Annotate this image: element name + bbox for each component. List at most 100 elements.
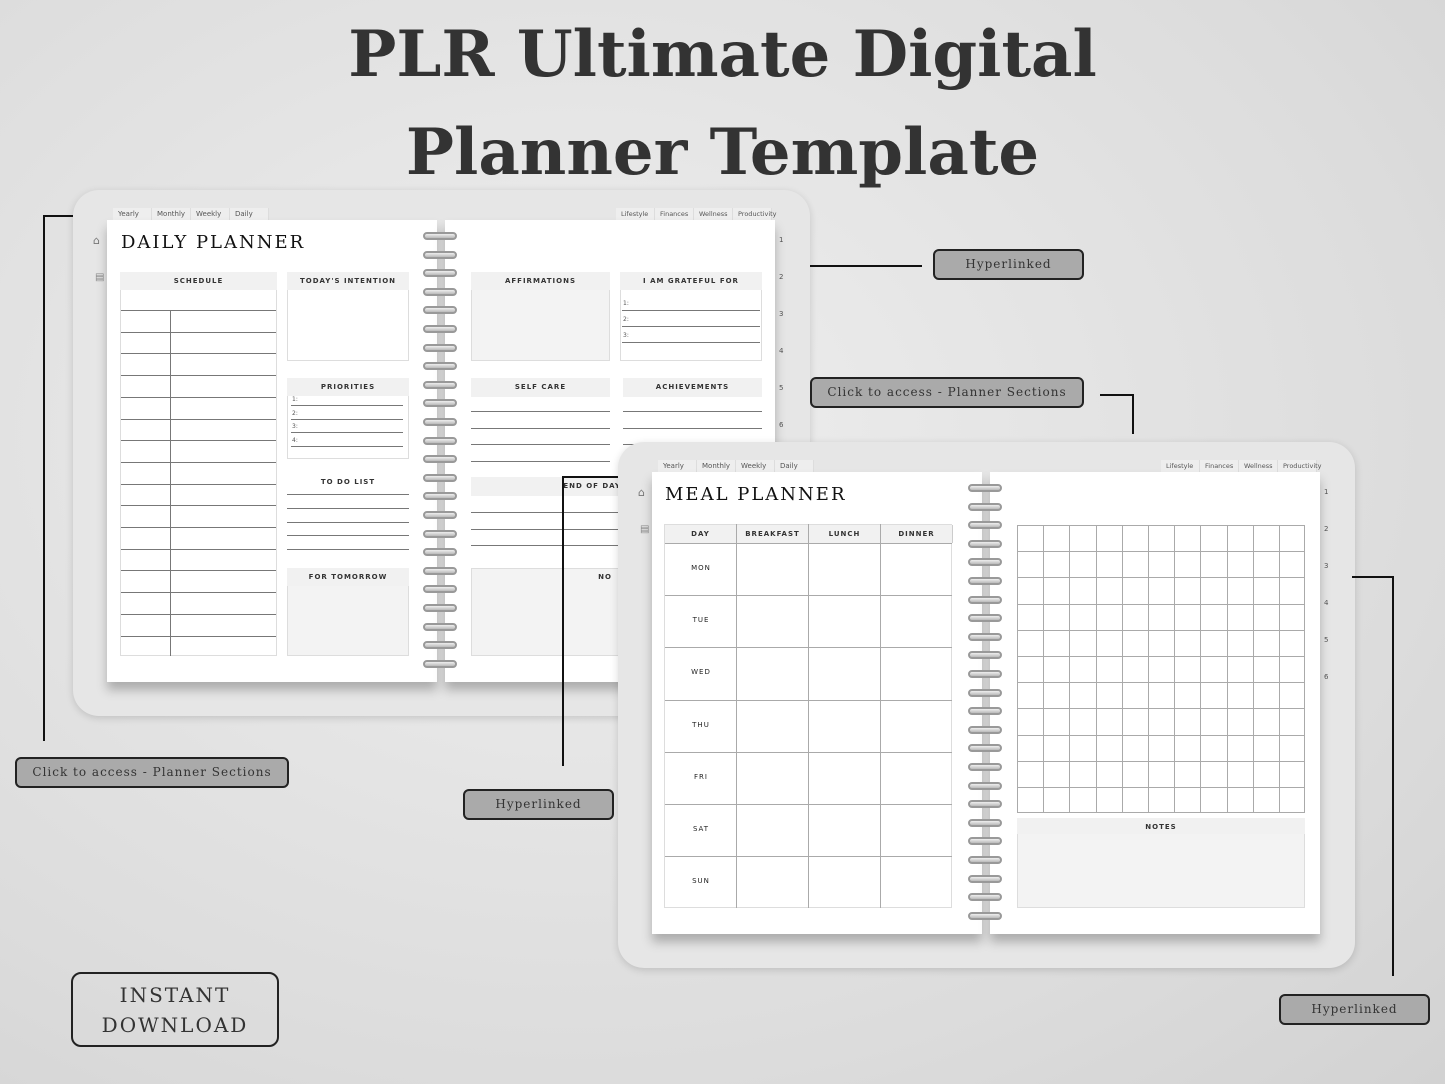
section-tab-4[interactable]: 4 bbox=[779, 347, 789, 357]
grid-line bbox=[1017, 551, 1305, 553]
grid-line bbox=[1017, 629, 1305, 631]
arrow-icon bbox=[562, 476, 564, 766]
home-icon[interactable]: ⌂ bbox=[638, 486, 652, 500]
spiral-ring bbox=[423, 604, 457, 612]
spiral-ring bbox=[423, 641, 457, 650]
tab-productivity[interactable]: Productivity bbox=[1278, 460, 1322, 472]
arrow-icon bbox=[810, 265, 922, 267]
spiral-ring bbox=[423, 529, 457, 538]
grid-line bbox=[1017, 708, 1305, 710]
tab-wellness[interactable]: Wellness bbox=[1239, 460, 1278, 472]
schedule-line bbox=[121, 635, 276, 637]
todo-line bbox=[287, 494, 409, 495]
spiral-ring bbox=[423, 250, 457, 259]
schedule-line bbox=[121, 310, 276, 311]
meal-day-wed: WED bbox=[691, 668, 711, 677]
schedule-line bbox=[121, 527, 276, 528]
grid-line bbox=[1095, 525, 1097, 813]
hyperlinked-button[interactable]: Hyperlinked bbox=[1279, 994, 1430, 1025]
meal-column-lunch: LUNCH bbox=[809, 525, 881, 543]
spiral-ring bbox=[968, 893, 1002, 902]
spiral-ring bbox=[423, 287, 457, 296]
spiral-ring bbox=[423, 399, 457, 408]
tab-daily[interactable]: Daily bbox=[230, 208, 269, 220]
selfcare-header: SELF CARE bbox=[471, 378, 610, 397]
spiral-ring bbox=[968, 800, 1002, 809]
tab-finances[interactable]: Finances bbox=[655, 208, 694, 220]
section-tab-5[interactable]: 5 bbox=[779, 384, 789, 394]
section-tab-6[interactable]: 6 bbox=[779, 421, 789, 431]
section-tab-1[interactable]: 1 bbox=[1324, 488, 1334, 498]
endofday-line bbox=[471, 545, 621, 546]
spiral-ring bbox=[423, 659, 457, 668]
spiral-ring bbox=[968, 707, 1002, 716]
spiral-ring bbox=[968, 577, 1002, 585]
section-tab-2[interactable]: 2 bbox=[1324, 525, 1334, 535]
instant-text: INSTANT bbox=[119, 983, 231, 1007]
arrow-icon bbox=[43, 215, 45, 741]
home-icon[interactable]: ⌂ bbox=[93, 234, 107, 248]
tab-daily[interactable]: Daily bbox=[775, 460, 814, 472]
spiral-ring bbox=[968, 614, 1002, 623]
planner-sections-button[interactable]: Click to access - Planner Sections bbox=[15, 757, 289, 788]
section-tab-4[interactable]: 4 bbox=[1324, 599, 1334, 609]
grid-line bbox=[1226, 525, 1228, 813]
schedule-line bbox=[121, 375, 276, 377]
affirmations-box-header: AFFIRMATIONS bbox=[471, 272, 610, 290]
tab-productivity[interactable]: Productivity bbox=[733, 208, 777, 220]
tab-lifestyle[interactable]: Lifestyle bbox=[1161, 460, 1200, 472]
spiral-ring bbox=[968, 856, 1002, 864]
tab-wellness[interactable]: Wellness bbox=[694, 208, 733, 220]
spiral-ring bbox=[968, 539, 1002, 548]
section-tab-3[interactable]: 3 bbox=[779, 310, 789, 320]
todo-line bbox=[287, 507, 409, 509]
spiral-ring bbox=[968, 744, 1002, 753]
tab-monthly[interactable]: Monthly bbox=[697, 460, 736, 472]
hyperlinked-button[interactable]: Hyperlinked bbox=[933, 249, 1084, 280]
hyperlinked-button[interactable]: Hyperlinked bbox=[463, 789, 614, 820]
spiral-ring bbox=[968, 688, 1002, 697]
tab-weekly[interactable]: Weekly bbox=[191, 208, 230, 220]
tab-monthly[interactable]: Monthly bbox=[152, 208, 191, 220]
section-tab-5[interactable]: 5 bbox=[1324, 636, 1334, 646]
spiral-ring bbox=[968, 781, 1002, 790]
schedule-divider bbox=[170, 310, 171, 656]
tab-yearly[interactable]: Yearly bbox=[658, 460, 697, 472]
achievements-line bbox=[623, 427, 762, 429]
planner-sections-button[interactable]: Click to access - Planner Sections bbox=[810, 377, 1084, 408]
clipboard-icon[interactable]: ▤ bbox=[95, 272, 107, 286]
spiral-ring bbox=[968, 837, 1002, 846]
grateful-number: 1: bbox=[623, 300, 629, 307]
schedule-line bbox=[121, 440, 276, 442]
meal-column-dinner: DINNER bbox=[881, 525, 953, 543]
spiral-ring bbox=[968, 484, 1002, 492]
spiral-ring bbox=[423, 585, 457, 594]
grid-box bbox=[1017, 525, 1305, 813]
spiral-ring bbox=[423, 306, 457, 315]
spiral-ring bbox=[968, 911, 1002, 920]
todo-line bbox=[287, 521, 409, 523]
tab-yearly[interactable]: Yearly bbox=[113, 208, 152, 220]
spiral-ring bbox=[968, 632, 1002, 641]
meal-column-day: DAY bbox=[665, 525, 737, 543]
tab-lifestyle[interactable]: Lifestyle bbox=[616, 208, 655, 220]
spiral-ring bbox=[423, 473, 457, 482]
grid-line bbox=[1252, 525, 1254, 813]
section-tab-2[interactable]: 2 bbox=[779, 273, 789, 283]
spiral-ring bbox=[968, 595, 1002, 604]
meal-column-line bbox=[880, 524, 881, 908]
spiral-ring bbox=[423, 362, 457, 371]
spiral-ring bbox=[423, 380, 457, 389]
section-tab-3[interactable]: 3 bbox=[1324, 562, 1334, 572]
intention-box-header: TODAY'S INTENTION bbox=[287, 272, 409, 290]
tab-weekly[interactable]: Weekly bbox=[736, 460, 775, 472]
schedule-line bbox=[121, 331, 276, 333]
tab-finances[interactable]: Finances bbox=[1200, 460, 1239, 472]
section-tab-1[interactable]: 1 bbox=[779, 236, 789, 246]
clipboard-icon[interactable]: ▤ bbox=[640, 524, 652, 538]
grid-line bbox=[1017, 682, 1305, 684]
schedule-line bbox=[121, 592, 276, 594]
grateful-box-header: I AM GRATEFUL FOR bbox=[620, 272, 762, 290]
section-tab-6[interactable]: 6 bbox=[1324, 673, 1334, 683]
download-text: DOWNLOAD bbox=[101, 1013, 249, 1037]
